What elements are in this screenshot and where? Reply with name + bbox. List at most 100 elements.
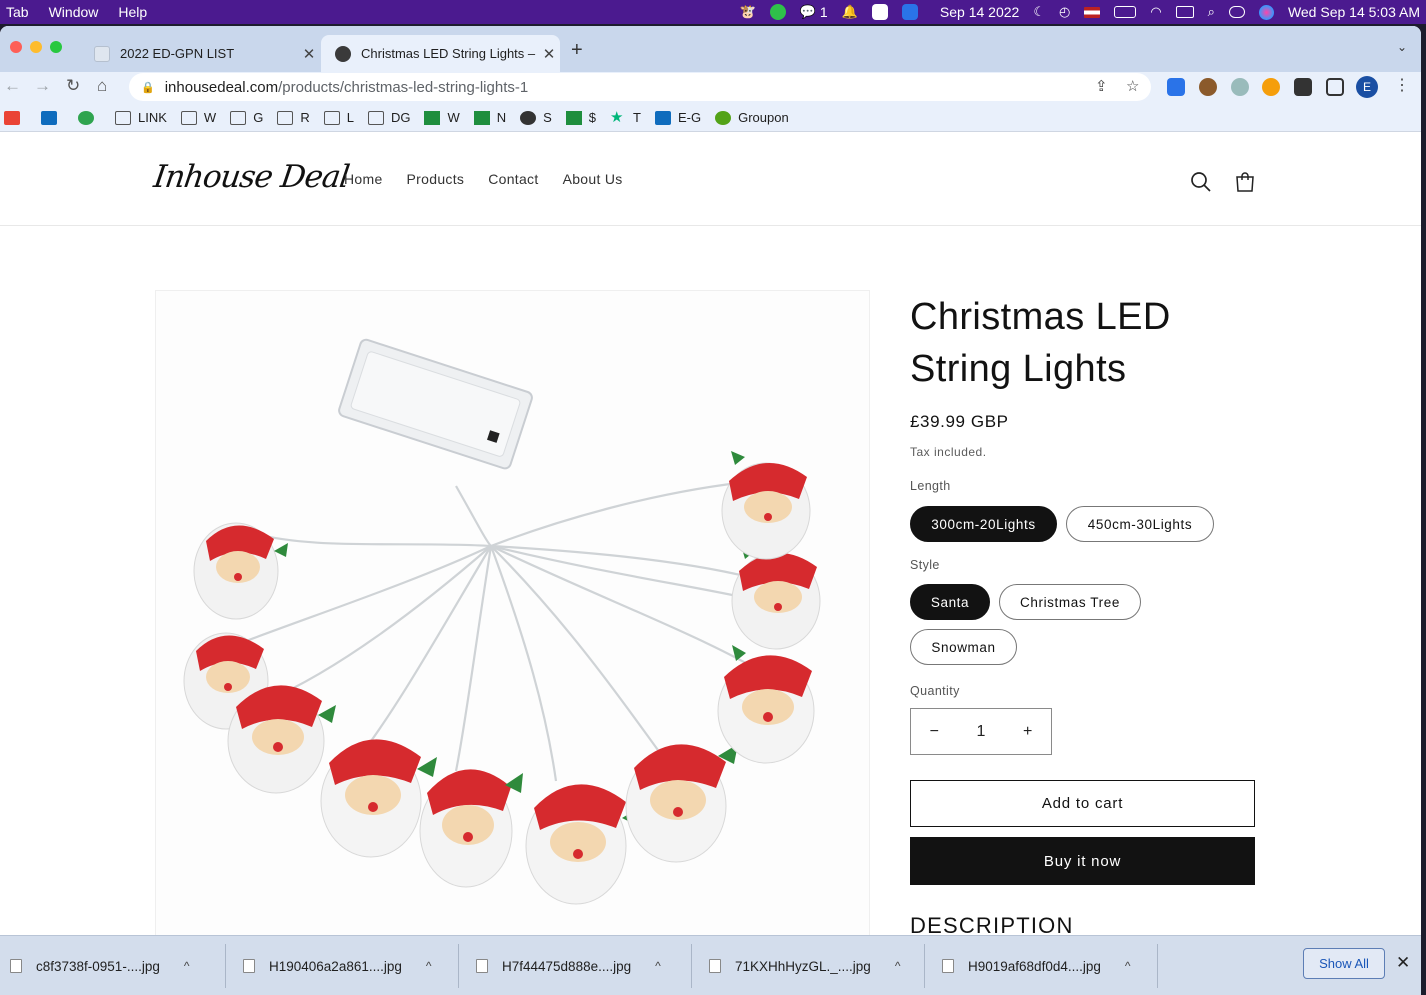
side-panel-icon[interactable] [1326,78,1344,96]
bookmark-l-folder[interactable]: L [323,110,354,125]
outlook-icon [654,110,671,125]
tab-title: Christmas LED String Lights – I [361,46,538,61]
bookmark-dollar-sheet[interactable]: $ [565,110,596,125]
style-option-snowman[interactable]: Snowman [910,629,1017,665]
divider [458,944,459,988]
time-machine-icon[interactable]: ◴ [1059,0,1070,24]
bookmark-outlook[interactable] [41,110,64,125]
sheet-plus-icon [424,110,441,125]
puzzle-extensions-icon[interactable] [1294,78,1312,96]
tab-ed-gpn-list[interactable]: 2022 ED-GPN LIST ✕ [80,35,320,72]
menu-help[interactable]: Help [118,4,147,20]
chevron-up-icon[interactable]: ^ [1125,959,1131,973]
bookmark-g-folder[interactable]: G [230,110,263,125]
nav-home[interactable]: Home [344,171,383,187]
decrease-quantity-button[interactable]: − [911,723,958,741]
bookmark-w-folder[interactable]: W [180,110,216,125]
tab-christmas-lights[interactable]: Christmas LED String Lights – I ✕ [321,35,560,72]
globe-favicon-icon [335,45,351,62]
address-bar[interactable]: 🔒 inhousedeal.com/products/christmas-led… [129,73,1151,101]
bookmark-g[interactable] [78,110,101,125]
profile-avatar[interactable]: E [1356,76,1378,98]
control-center-icon[interactable] [1228,6,1245,18]
bookmark-dg-folder[interactable]: DG [367,110,410,125]
bookmark-link[interactable]: LINK [115,110,167,125]
show-all-downloads-button[interactable]: Show All [1303,948,1385,979]
download-extension-icon[interactable] [1167,78,1185,96]
download-item[interactable]: H7f44475d888e....jpg ^ [476,936,661,995]
chevron-up-icon[interactable]: ^ [184,959,190,973]
more-menu-icon[interactable]: ⋮ [1394,75,1410,95]
style-option-christmas-tree[interactable]: Christmas Tree [999,584,1141,620]
menubar-clock: Wed Sep 14 5:03 AM [1287,4,1420,20]
forward-arrow-icon[interactable]: → [34,76,51,96]
keyboard-icon[interactable] [1175,6,1194,18]
sheet-favicon-icon [94,45,110,62]
site-logo[interactable]: Inhouse Deal [151,159,351,195]
battery-icon[interactable] [1114,6,1137,18]
bookmark-star-icon[interactable]: ☆ [1126,77,1139,95]
spotlight-search-icon[interactable]: ⌕ [1208,0,1215,24]
menu-tab[interactable]: Tab [6,4,29,20]
close-window-button[interactable] [10,41,22,53]
notification-bell-icon[interactable]: 🔔 [842,0,858,24]
tab-search-chevron-icon[interactable]: ⌄ [1397,40,1407,54]
bookmark-groupon[interactable]: Groupon [715,110,789,125]
add-to-cart-button[interactable]: Add to cart [910,780,1255,827]
style-option-santa[interactable]: Santa [910,584,990,620]
bookmark-w-sheet[interactable]: W [424,110,460,125]
task-check-icon[interactable] [871,4,888,20]
magnifier-extension-icon[interactable] [1262,78,1280,96]
wechat-icon[interactable]: 💬 [800,0,816,24]
back-arrow-icon[interactable]: ← [4,76,21,96]
cow-app-icon[interactable]: 🐮 [740,0,756,24]
us-flag-icon[interactable] [1084,6,1101,18]
home-icon[interactable]: ⌂ [97,76,107,96]
nav-contact[interactable]: Contact [488,171,538,187]
minimize-window-button[interactable] [30,41,42,53]
browser-window: 2022 ED-GPN LIST ✕ Christmas LED String … [0,26,1421,995]
siri-icon[interactable] [1258,4,1274,20]
cart-icon[interactable] [1233,170,1257,194]
increase-quantity-button[interactable]: + [1004,723,1051,741]
wifi-icon[interactable]: ◠ [1150,0,1161,24]
moon-icon[interactable]: ☾ [1033,0,1045,24]
buy-it-now-button[interactable]: Buy it now [910,837,1255,885]
owl-extension-icon[interactable] [1199,78,1217,96]
download-item[interactable]: H9019af68df0d4....jpg ^ [942,936,1131,995]
length-option-300cm[interactable]: 300cm-20Lights [910,506,1057,542]
close-downloads-icon[interactable]: ✕ [1396,953,1410,973]
bookmark-gmail[interactable] [4,110,27,125]
tab-title: 2022 ED-GPN LIST [120,46,235,61]
zoom-window-button[interactable] [50,41,62,53]
chevron-up-icon[interactable]: ^ [426,959,432,973]
download-item[interactable]: H190406a2a861....jpg ^ [243,936,432,995]
share-icon[interactable]: ⇪ [1095,77,1108,95]
bookmark-r-folder[interactable]: R [277,110,310,125]
length-option-450cm[interactable]: 450cm-30Lights [1066,506,1214,542]
circle-extension-icon[interactable] [1231,78,1249,96]
reload-icon[interactable]: ↻ [66,76,80,96]
new-tab-plus-icon[interactable]: + [571,39,583,62]
download-item[interactable]: 71KXHhHyzGL._....jpg ^ [709,936,900,995]
chevron-up-icon[interactable]: ^ [655,959,661,973]
download-item[interactable]: c8f3738f-0951-....jpg ^ [10,936,189,995]
close-tab-icon[interactable]: ✕ [298,45,320,63]
chevron-up-icon[interactable]: ^ [895,959,901,973]
sheet-plus-icon [565,110,582,125]
nav-products[interactable]: Products [407,171,465,187]
quantity-input[interactable]: 1 [958,723,1005,741]
bookmark-e-g[interactable]: E-G [654,110,701,125]
nav-about-us[interactable]: About Us [563,171,623,187]
bookmark-t-star[interactable]: ★ T [610,108,641,126]
bookmark-s-globe[interactable]: S [520,110,552,125]
line-app-icon[interactable] [769,4,786,20]
gmail-icon [4,110,20,125]
star-icon: ★ [610,108,624,126]
remote-app-icon[interactable] [901,4,918,20]
search-icon[interactable] [1189,170,1213,194]
close-tab-icon[interactable]: ✕ [538,45,560,63]
menu-window[interactable]: Window [49,4,99,20]
product-image[interactable] [155,290,870,935]
bookmark-n-sheet[interactable]: N [473,110,506,125]
